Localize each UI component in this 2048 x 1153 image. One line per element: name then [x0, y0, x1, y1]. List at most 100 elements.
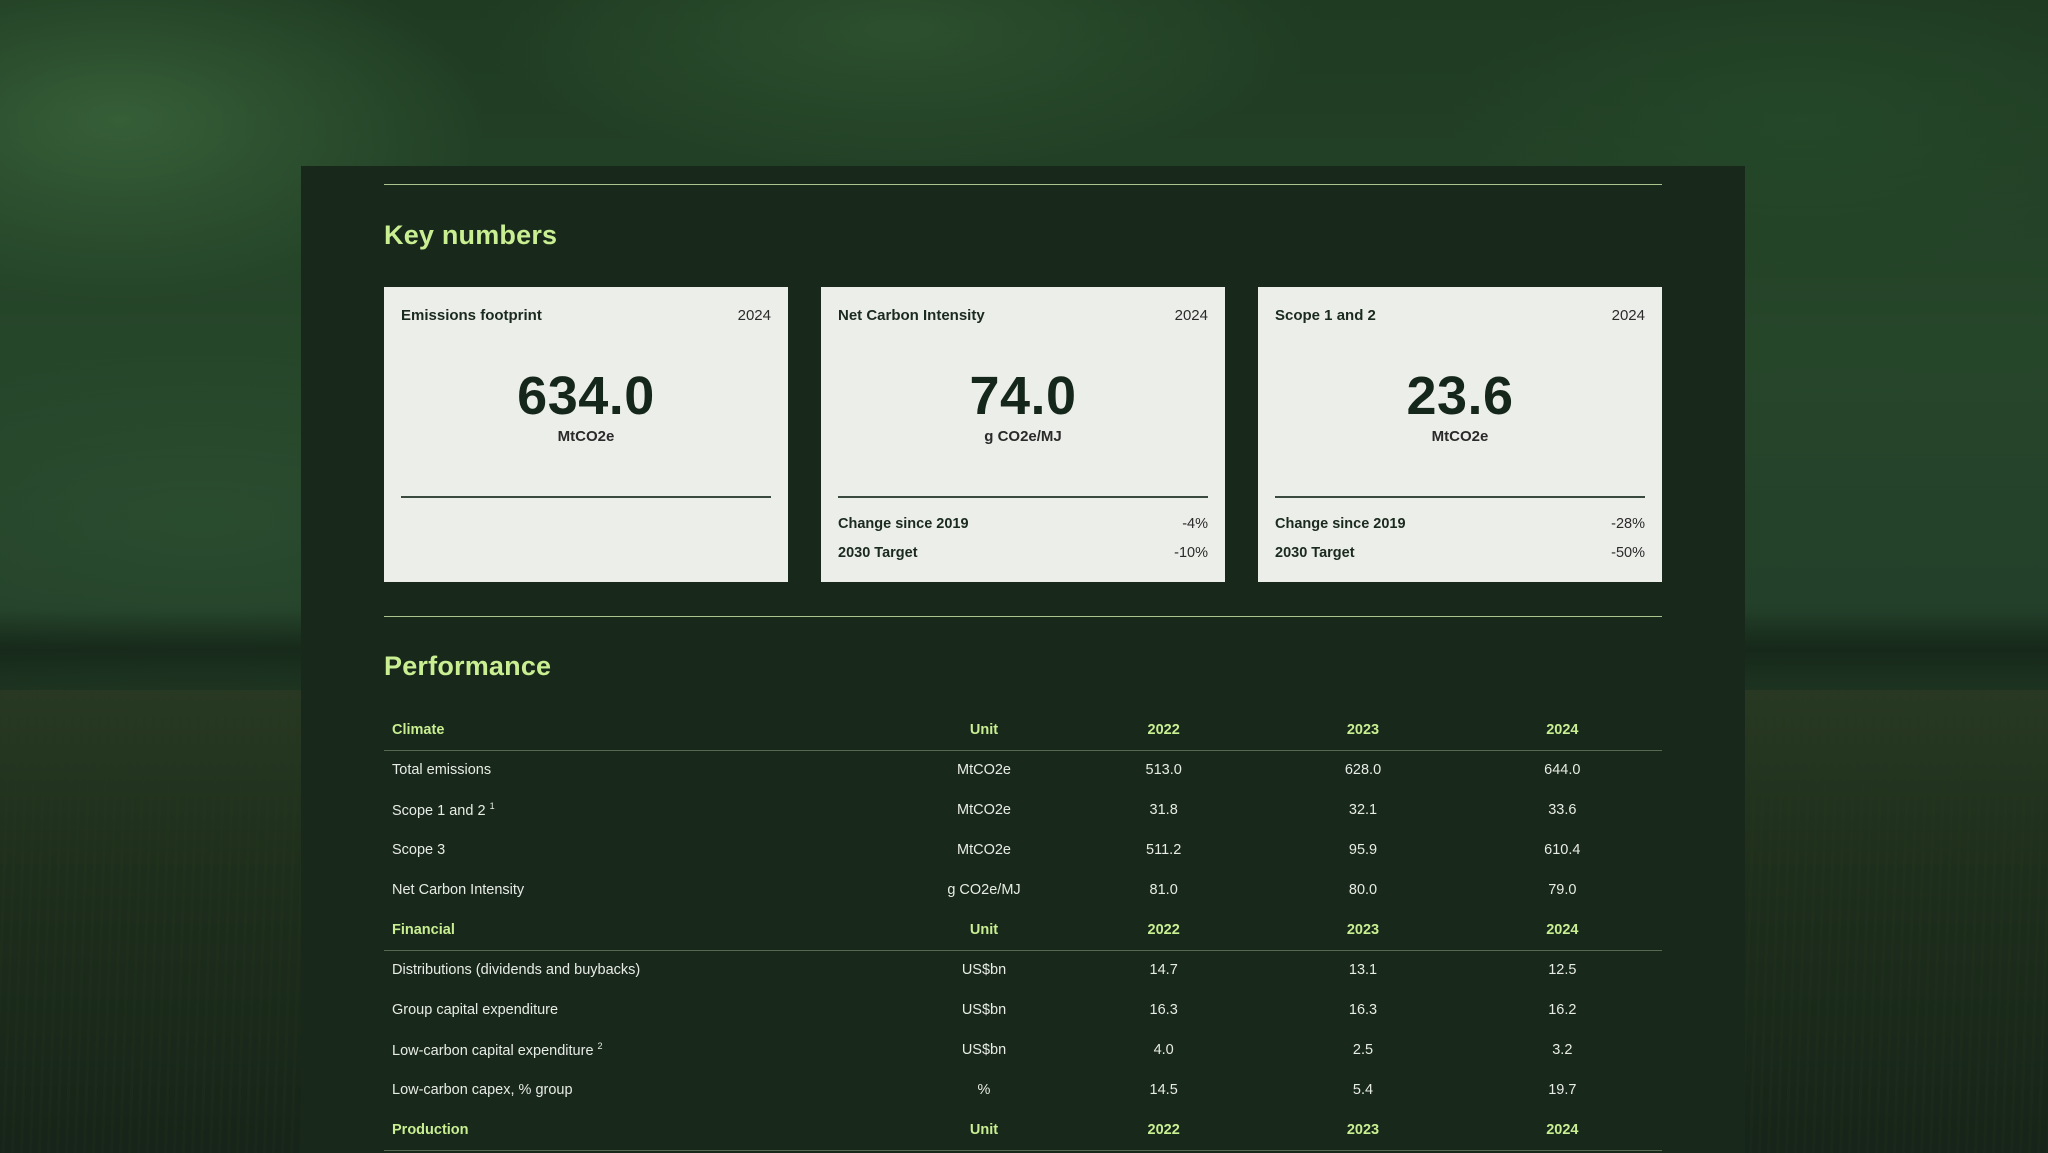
card-header: Scope 1 and 2 2024	[1275, 307, 1645, 324]
row-label: Group capital expenditure	[384, 990, 904, 1030]
card-unit: MtCO2e	[1431, 428, 1489, 445]
row-value: 31.8	[1149, 802, 1178, 818]
row-value: 4.0	[1153, 1042, 1174, 1058]
row-unit: US$bn	[961, 962, 1007, 979]
row-value: 610.4	[1544, 842, 1581, 858]
row-value: 644.0	[1544, 762, 1581, 779]
row-value: 2.5	[1352, 1042, 1374, 1058]
row-unit: US$bn	[961, 1042, 1007, 1058]
performance-title: Performance	[384, 651, 552, 681]
row-unit: MtCO2e	[957, 762, 1011, 779]
card-header: Emissions footprint 2024	[401, 307, 771, 324]
row-value: 33.6	[1548, 802, 1577, 818]
card-value: 74.0	[969, 366, 1077, 426]
performance-table: Climate Unit 2022 2023 2024 Total emissi…	[384, 710, 1662, 1151]
row-value: 80.0	[1348, 882, 1378, 898]
table-row: Distributions (dividends and buybacks) U…	[384, 950, 1662, 990]
row-value: 3.2	[1552, 1042, 1573, 1058]
row-value: 513.0	[1145, 762, 1182, 779]
key-numbers-cards: Emissions footprint 2024 634.0 MtCO2e Ne…	[384, 166, 1662, 596]
row-label: Scope 1 and 2 1	[384, 790, 904, 830]
table-header-cell: Unit	[904, 710, 1064, 751]
card-row-label: 2030 Target	[838, 545, 918, 561]
card-row-target: 2030 Target -50%	[1275, 545, 1645, 561]
table-header-cell: 2023	[1263, 710, 1463, 751]
row-value: 511.2	[1146, 842, 1182, 858]
table-row: Low-carbon capex, % group % 14.5 5.4 19.…	[384, 1070, 1662, 1110]
row-label: Net Carbon Intensity	[384, 870, 904, 910]
card-unit: g CO2e/MJ	[984, 428, 1062, 445]
table-row: Total emissions MtCO2e 513.0 628.0 644.0	[384, 750, 1662, 790]
table-header-cell: Unit	[904, 1110, 1064, 1151]
table-row: Net Carbon Intensity g CO2e/MJ 81.0 80.0…	[384, 870, 1662, 910]
card-row-change: Change since 2019 -28%	[1275, 516, 1645, 532]
card-title: Scope 1 and 2	[1275, 307, 1376, 324]
row-label-text: Low-carbon capital expenditure	[392, 1042, 594, 1059]
card-title: Net Carbon Intensity	[838, 307, 985, 324]
card-value: 23.6	[1406, 366, 1514, 426]
content-panel: Key numbers Emissions footprint 2024 634…	[301, 166, 1745, 1153]
row-label: Total emissions	[384, 750, 904, 790]
row-value: 628.0	[1344, 762, 1382, 779]
table-header-cell: Production	[384, 1110, 904, 1151]
table-header-cell: 2022	[1064, 710, 1264, 751]
card-unit: MtCO2e	[557, 428, 615, 445]
row-value: 79.0	[1548, 882, 1577, 898]
card-net-carbon-intensity: Net Carbon Intensity 2024 74.0 g CO2e/MJ…	[821, 287, 1225, 582]
table-header-cell: Unit	[904, 910, 1064, 951]
row-value: 95.9	[1348, 842, 1378, 858]
row-value: 81.0	[1149, 882, 1178, 898]
footnote-link[interactable]: 1	[490, 801, 495, 811]
section-divider	[384, 616, 1662, 617]
footnote-link[interactable]: 2	[598, 1041, 603, 1051]
row-label-text: Total emissions	[392, 762, 492, 779]
card-row-value: -28%	[1611, 516, 1645, 532]
row-value: 5.4	[1352, 1082, 1374, 1098]
card-row-value: -10%	[1174, 545, 1208, 561]
card-divider	[838, 496, 1208, 498]
card-emissions-footprint: Emissions footprint 2024 634.0 MtCO2e	[384, 287, 788, 582]
row-value: 32.1	[1348, 802, 1378, 818]
row-label-text: Net Carbon Intensity	[392, 882, 525, 898]
card-divider	[401, 496, 771, 498]
row-value: 14.5	[1149, 1082, 1178, 1098]
row-value: 16.3	[1149, 1002, 1178, 1018]
row-label-text: Scope 3	[392, 842, 446, 858]
row-label: Low-carbon capex, % group	[384, 1070, 904, 1110]
table-row: Scope 1 and 2 1 MtCO2e 31.8 32.1 33.6	[384, 790, 1662, 830]
table-header-cell: 2024	[1462, 910, 1662, 951]
card-row-label: 2030 Target	[1275, 545, 1355, 561]
table-header-cell: Financial	[384, 910, 904, 951]
card-scope-1-and-2: Scope 1 and 2 2024 23.6 MtCO2e Change si…	[1258, 287, 1662, 582]
table-section-header-financial: Financial Unit 2022 2023 2024	[384, 910, 1662, 951]
card-row-label: Change since 2019	[838, 516, 969, 532]
card-row-target: 2030 Target -10%	[838, 545, 1208, 561]
card-divider	[1275, 496, 1645, 498]
row-unit: US$bn	[961, 1002, 1007, 1018]
card-row-value: -4%	[1182, 516, 1208, 532]
row-value: 16.3	[1348, 1002, 1378, 1018]
table-header-cell: 2023	[1263, 910, 1463, 951]
table-header-cell: 2023	[1263, 1110, 1463, 1151]
row-value: 19.7	[1548, 1082, 1577, 1098]
row-label-text: Distributions (dividends and buybacks)	[392, 962, 641, 979]
table-row: Low-carbon capital expenditure 2 US$bn 4…	[384, 1030, 1662, 1070]
card-title: Emissions footprint	[401, 307, 542, 324]
card-value: 634.0	[517, 366, 655, 426]
table-header-cell: 2022	[1064, 1110, 1264, 1151]
row-value: 14.7	[1149, 962, 1178, 979]
table-header-cell: Climate	[384, 710, 904, 751]
table-header-cell: 2024	[1462, 1110, 1662, 1151]
row-value: 13.1	[1348, 962, 1378, 979]
table-header-cell: 2022	[1064, 910, 1264, 951]
card-year: 2024	[1174, 307, 1208, 324]
table-row: Scope 3 MtCO2e 511.2 95.9 610.4	[384, 830, 1662, 870]
card-year: 2024	[1611, 307, 1645, 324]
card-year: 2024	[737, 307, 771, 324]
card-header: Net Carbon Intensity 2024	[838, 307, 1208, 324]
row-value: 16.2	[1548, 1002, 1577, 1018]
row-unit: MtCO2e	[957, 842, 1011, 858]
row-label: Scope 3	[384, 830, 904, 870]
row-label-text: Group capital expenditure	[392, 1002, 559, 1018]
row-label-text: Scope 1 and 2	[392, 802, 486, 819]
